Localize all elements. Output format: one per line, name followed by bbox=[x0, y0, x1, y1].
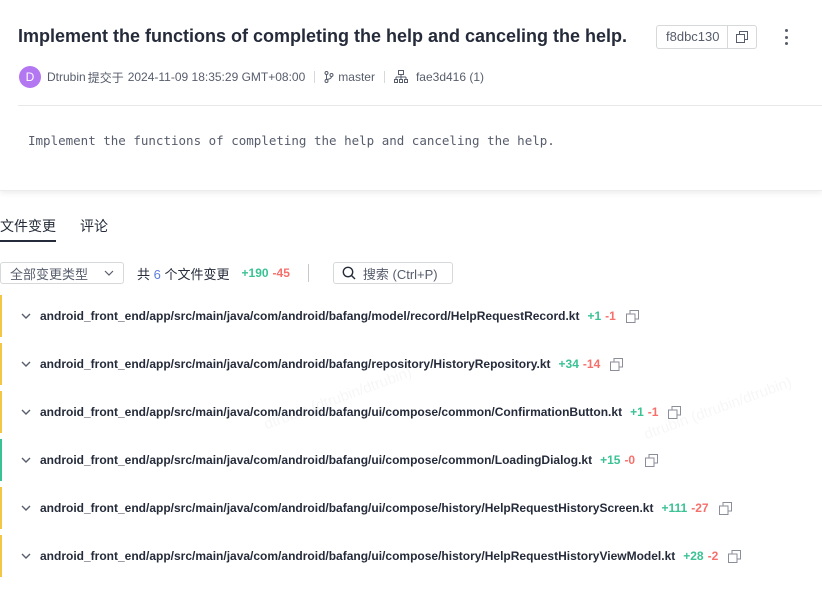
copy-icon bbox=[625, 309, 639, 323]
file-additions: +28 bbox=[683, 549, 704, 563]
chevron-down-icon bbox=[21, 313, 31, 319]
copy-hash-button[interactable] bbox=[728, 26, 756, 48]
file-status-bar bbox=[0, 295, 2, 337]
tab-bar: 文件变更 评论 bbox=[0, 216, 132, 242]
file-path[interactable]: android_front_end/app/src/main/java/com/… bbox=[40, 357, 551, 371]
total-additions: +190 bbox=[241, 266, 269, 280]
chevron-down-icon bbox=[21, 361, 31, 367]
file-row[interactable]: android_front_end/app/src/main/java/com/… bbox=[0, 293, 822, 339]
search-icon bbox=[342, 266, 356, 280]
copy-path-button[interactable] bbox=[645, 453, 659, 467]
expand-file-toggle[interactable] bbox=[21, 361, 31, 367]
search-placeholder: 搜索 (Ctrl+P) bbox=[362, 266, 438, 282]
file-path[interactable]: android_front_end/app/src/main/java/com/… bbox=[40, 453, 592, 467]
expand-file-toggle[interactable] bbox=[21, 313, 31, 319]
commit-meta: D Dtrubin 提交于 2024-11-09 18:35:29 GMT+08… bbox=[19, 66, 484, 88]
more-vertical-icon bbox=[784, 29, 788, 32]
change-type-value: 全部变更类型 bbox=[10, 266, 89, 282]
total-deletions: -45 bbox=[272, 266, 290, 280]
branch-icon bbox=[324, 71, 334, 83]
header-divider bbox=[18, 105, 822, 106]
expand-file-toggle[interactable] bbox=[21, 409, 31, 415]
meta-divider bbox=[314, 71, 316, 83]
change-type-select[interactable]: 全部变更类型 bbox=[0, 262, 124, 284]
changed-file-list: android_front_end/app/src/main/java/com/… bbox=[0, 293, 822, 581]
copy-path-button[interactable] bbox=[625, 309, 639, 323]
copy-icon bbox=[735, 31, 748, 43]
expand-file-toggle[interactable] bbox=[21, 553, 31, 559]
commit-header-card: Implement the functions of completing th… bbox=[0, 0, 822, 191]
toolbar-divider bbox=[307, 264, 309, 282]
copy-icon bbox=[728, 549, 742, 563]
file-additions: +34 bbox=[558, 357, 579, 371]
copy-path-button[interactable] bbox=[610, 357, 624, 371]
file-deletions: -27 bbox=[691, 501, 709, 515]
file-status-bar bbox=[0, 439, 2, 481]
more-actions-button[interactable] bbox=[778, 27, 794, 47]
file-deletions: -14 bbox=[582, 357, 601, 371]
commit-message: Implement the functions of completing th… bbox=[28, 133, 555, 148]
file-status-bar bbox=[0, 535, 2, 577]
chevron-down-icon bbox=[104, 270, 114, 276]
author-name[interactable]: Dtrubin bbox=[47, 70, 86, 84]
file-additions: +1 bbox=[630, 405, 644, 419]
file-row[interactable]: android_front_end/app/src/main/java/com/… bbox=[0, 341, 822, 387]
copy-path-button[interactable] bbox=[728, 549, 742, 563]
file-path[interactable]: android_front_end/app/src/main/java/com/… bbox=[40, 309, 579, 323]
commit-hash-box: f8dbc130 bbox=[656, 25, 757, 49]
avatar: D bbox=[19, 66, 41, 88]
file-status-bar bbox=[0, 487, 2, 529]
copy-icon bbox=[718, 501, 732, 515]
expand-file-toggle[interactable] bbox=[21, 457, 31, 463]
copy-path-button[interactable] bbox=[668, 405, 682, 419]
file-path[interactable]: android_front_end/app/src/main/java/com/… bbox=[40, 405, 622, 419]
chevron-down-icon bbox=[21, 505, 31, 511]
file-change-summary: 共 6 个文件变更 bbox=[137, 266, 230, 282]
file-deletions: -0 bbox=[624, 453, 636, 467]
tab-file-changes[interactable]: 文件变更 bbox=[0, 216, 56, 242]
tab-comments[interactable]: 评论 bbox=[80, 216, 108, 242]
file-row[interactable]: android_front_end/app/src/main/java/com/… bbox=[0, 485, 822, 531]
copy-icon bbox=[645, 453, 659, 467]
meta-divider bbox=[383, 71, 385, 83]
expand-file-toggle[interactable] bbox=[21, 505, 31, 511]
file-additions: +111 bbox=[661, 501, 688, 515]
chevron-down-icon bbox=[21, 553, 31, 559]
file-row[interactable]: android_front_end/app/src/main/java/com/… bbox=[0, 389, 822, 435]
file-toolbar: 全部变更类型 共 6 个文件变更 +190 -45 搜索 (Ctrl+P) bbox=[0, 261, 453, 285]
commit-title: Implement the functions of completing th… bbox=[18, 26, 628, 46]
branch-name[interactable]: master bbox=[338, 70, 375, 84]
file-deletions: -1 bbox=[647, 405, 659, 419]
file-path[interactable]: android_front_end/app/src/main/java/com/… bbox=[40, 549, 675, 563]
parent-commit-link[interactable]: fae3d416 (1) bbox=[416, 70, 484, 84]
copy-path-button[interactable] bbox=[718, 501, 732, 515]
file-additions: +1 bbox=[587, 309, 602, 323]
file-search-input[interactable]: 搜索 (Ctrl+P) bbox=[332, 262, 453, 284]
copy-icon bbox=[668, 405, 682, 419]
file-status-bar bbox=[0, 391, 2, 433]
file-count: 6 bbox=[153, 266, 161, 282]
commit-tree-icon bbox=[393, 70, 408, 83]
chevron-down-icon bbox=[21, 409, 31, 415]
commit-hash[interactable]: f8dbc130 bbox=[657, 26, 728, 48]
file-path[interactable]: android_front_end/app/src/main/java/com/… bbox=[40, 501, 653, 515]
file-row[interactable]: android_front_end/app/src/main/java/com/… bbox=[0, 533, 822, 579]
file-additions: +15 bbox=[600, 453, 621, 467]
file-deletions: -2 bbox=[707, 549, 719, 563]
copy-icon bbox=[610, 357, 624, 371]
file-deletions: -1 bbox=[605, 309, 616, 323]
submitted-label: 提交于 bbox=[87, 70, 124, 85]
commit-timestamp: 2024-11-09 18:35:29 GMT+08:00 bbox=[127, 70, 306, 84]
file-status-bar bbox=[0, 343, 2, 385]
file-row[interactable]: android_front_end/app/src/main/java/com/… bbox=[0, 437, 822, 483]
chevron-down-icon bbox=[21, 457, 31, 463]
